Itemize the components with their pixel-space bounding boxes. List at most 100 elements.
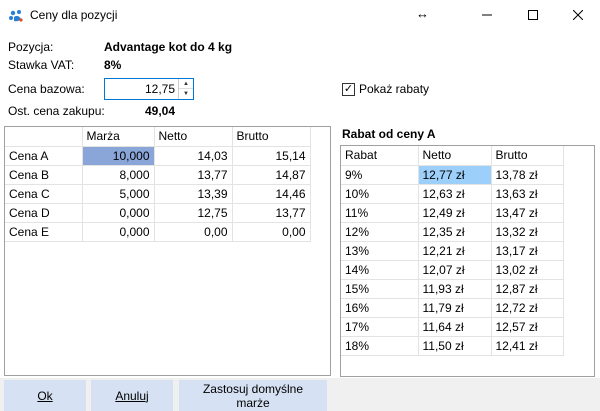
net-cell[interactable]: 12,35 zł	[418, 222, 492, 242]
net-cell[interactable]: 14,03	[154, 146, 233, 166]
table-row[interactable]: Cena D 0,000 12,75 13,77	[5, 203, 311, 223]
maximize-button[interactable]	[510, 0, 556, 30]
row-name: Cena E	[5, 222, 83, 242]
resize-horizontal-icon[interactable]: ↔	[416, 6, 429, 21]
ok-button-label: Ok	[37, 388, 53, 403]
gross-cell[interactable]: 13,77	[232, 203, 311, 223]
table-header-row: Rabat Netto Brutto	[341, 146, 564, 166]
app-icon	[9, 10, 23, 22]
table-header-row: Marża Netto Brutto	[5, 127, 311, 147]
gross-cell[interactable]: 13,17 zł	[491, 241, 564, 261]
column-header-margin[interactable]: Marża	[82, 127, 155, 147]
net-cell[interactable]: 12,75	[154, 203, 233, 223]
gross-cell[interactable]: 13,47 zł	[491, 203, 564, 223]
margin-cell[interactable]: 0,000	[82, 222, 155, 242]
rate-cell[interactable]: 15%	[341, 279, 419, 299]
table-row[interactable]: Cena E 0,000 0,00 0,00	[5, 222, 311, 242]
maximize-icon	[528, 10, 538, 20]
net-cell[interactable]: 12,21 zł	[418, 241, 492, 261]
gross-cell[interactable]: 13,32 zł	[491, 222, 564, 242]
vat-value: 8%	[104, 58, 122, 72]
gross-cell[interactable]: 12,72 zł	[491, 298, 564, 318]
net-cell[interactable]: 12,77 zł	[418, 165, 492, 185]
gross-cell[interactable]: 12,41 zł	[491, 336, 564, 356]
rate-cell[interactable]: 16%	[341, 298, 419, 318]
rate-cell[interactable]: 9%	[341, 165, 419, 185]
rate-cell[interactable]: 13%	[341, 241, 419, 261]
column-header-net[interactable]: Netto	[418, 146, 492, 166]
position-label: Pozycja:	[8, 40, 54, 54]
net-cell[interactable]: 12,07 zł	[418, 260, 492, 280]
rate-cell[interactable]: 10%	[341, 184, 419, 204]
net-cell[interactable]: 11,64 zł	[418, 317, 492, 337]
margin-cell[interactable]: 5,000	[82, 184, 155, 204]
table-row[interactable]: 10% 12,63 zł 13,63 zł	[341, 184, 564, 204]
apply-default-margins-button[interactable]: Zastosuj domyślne marże	[179, 380, 327, 411]
rate-cell[interactable]: 12%	[341, 222, 419, 242]
margin-cell[interactable]: 0,000	[82, 203, 155, 223]
checkbox-check-icon[interactable]: ✓	[342, 82, 355, 96]
table-row[interactable]: 11% 12,49 zł 13,47 zł	[341, 203, 564, 223]
table-row[interactable]: 15% 11,93 zł 12,87 zł	[341, 279, 564, 299]
table-row[interactable]: Cena C 5,000 13,39 14,46	[5, 184, 311, 204]
vat-label: Stawka VAT:	[8, 58, 75, 72]
net-cell[interactable]: 0,00	[154, 222, 233, 242]
table-row[interactable]: 14% 12,07 zł 13,02 zł	[341, 260, 564, 280]
table-row[interactable]: 18% 11,50 zł 12,41 zł	[341, 336, 564, 356]
apply-default-margins-label: Zastosuj domyślne marże	[202, 381, 304, 410]
margin-cell[interactable]: 10,000	[82, 146, 155, 166]
column-header-gross[interactable]: Brutto	[491, 146, 564, 166]
ok-button[interactable]: Ok	[4, 380, 86, 411]
cancel-button-label: Anuluj	[115, 388, 149, 403]
table-row[interactable]: 13% 12,21 zł 13,17 zł	[341, 241, 564, 261]
column-header-rate[interactable]: Rabat	[341, 146, 419, 166]
table-row[interactable]: 17% 11,64 zł 12,57 zł	[341, 317, 564, 337]
minimize-icon	[482, 14, 492, 16]
rate-cell[interactable]: 18%	[341, 336, 419, 356]
base-price-input[interactable]	[105, 79, 179, 99]
gross-cell[interactable]: 13,78 zł	[491, 165, 564, 185]
net-cell[interactable]: 11,93 zł	[418, 279, 492, 299]
show-discounts-checkbox[interactable]: ✓ Pokaż rabaty	[342, 82, 429, 96]
net-cell[interactable]: 11,50 zł	[418, 336, 492, 356]
net-cell[interactable]: 13,39	[154, 184, 233, 204]
net-cell[interactable]: 11,79 zł	[418, 298, 492, 318]
spin-down-icon[interactable]: ▼	[179, 89, 193, 99]
window-title: Ceny dla pozycji	[30, 8, 118, 22]
gross-cell[interactable]: 12,87 zł	[491, 279, 564, 299]
rate-cell[interactable]: 14%	[341, 260, 419, 280]
prices-grid[interactable]: Marża Netto Brutto Cena A 10,000 14,03 1…	[4, 126, 331, 376]
spin-up-icon[interactable]: ▲	[179, 79, 193, 89]
column-header-gross[interactable]: Brutto	[232, 127, 311, 147]
table-row[interactable]: 9% 12,77 zł 13,78 zł	[341, 165, 564, 185]
close-button[interactable]	[556, 0, 600, 30]
net-cell[interactable]: 12,49 zł	[418, 203, 492, 223]
table-row[interactable]: 12% 12,35 zł 13,32 zł	[341, 222, 564, 242]
title-bar: Ceny dla pozycji ↔	[0, 0, 600, 30]
prices-table: Marża Netto Brutto Cena A 10,000 14,03 1…	[5, 127, 311, 242]
gross-cell[interactable]: 0,00	[232, 222, 311, 242]
row-name: Cena B	[5, 165, 83, 185]
net-cell[interactable]: 12,63 zł	[418, 184, 492, 204]
table-row[interactable]: Cena A 10,000 14,03 15,14	[5, 146, 311, 166]
gross-cell[interactable]: 12,57 zł	[491, 317, 564, 337]
discount-grid[interactable]: Rabat Netto Brutto 9% 12,77 zł 13,78 zł …	[340, 145, 595, 377]
spin-buttons: ▲ ▼	[178, 79, 193, 99]
base-price-stepper[interactable]: ▲ ▼	[104, 78, 194, 100]
gross-cell[interactable]: 14,46	[232, 184, 311, 204]
table-row[interactable]: 16% 11,79 zł 12,72 zł	[341, 298, 564, 318]
table-row[interactable]: Cena B 8,000 13,77 14,87	[5, 165, 311, 185]
margin-cell[interactable]: 8,000	[82, 165, 155, 185]
gross-cell[interactable]: 13,02 zł	[491, 260, 564, 280]
rate-cell[interactable]: 17%	[341, 317, 419, 337]
gross-cell[interactable]: 15,14	[232, 146, 311, 166]
discount-table-title: Rabat od ceny A	[342, 127, 436, 141]
minimize-button[interactable]	[464, 0, 510, 30]
net-cell[interactable]: 13,77	[154, 165, 233, 185]
gross-cell[interactable]: 14,87	[232, 165, 311, 185]
column-header-net[interactable]: Netto	[154, 127, 233, 147]
rate-cell[interactable]: 11%	[341, 203, 419, 223]
gross-cell[interactable]: 13,63 zł	[491, 184, 564, 204]
show-discounts-label: Pokaż rabaty	[359, 82, 430, 96]
cancel-button[interactable]: Anuluj	[91, 380, 173, 411]
